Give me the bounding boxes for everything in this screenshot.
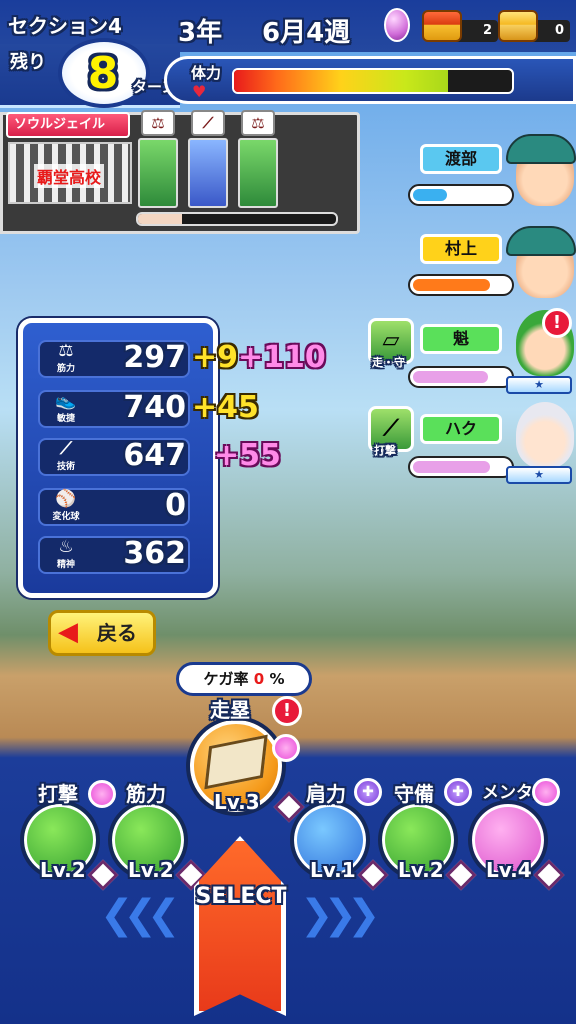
trust-badge: ★ — [506, 376, 572, 394]
partner-name: 渡部 — [420, 144, 502, 174]
partner-bar — [408, 184, 514, 206]
practice-label: 肩力 — [306, 782, 346, 806]
practice-label: 打撃 — [38, 782, 78, 806]
diamond-icon — [87, 859, 119, 891]
school-logo: 覇堂高校 — [34, 164, 105, 188]
partner-name: 魁 — [420, 324, 502, 354]
back-arrow-icon: ◀ — [58, 617, 78, 647]
turn-count: 8 — [87, 48, 119, 99]
practice-label: 筋力 — [126, 782, 166, 806]
week-label: 6月4週 — [262, 18, 351, 48]
stat-value: 0 — [165, 488, 186, 523]
practice-level: Lv.2 — [40, 858, 86, 882]
stamina-bar — [232, 68, 514, 94]
bat-icon: ⟋ — [191, 110, 225, 136]
dumbbell-icon: ⚖ 筋力 — [56, 341, 75, 375]
injury-unit: % — [269, 670, 285, 688]
school-progress-fill — [138, 214, 182, 224]
stat-value: 297 — [123, 340, 186, 375]
injury-rate: ケガ率 0 % — [176, 662, 312, 696]
gold-chest-icon[interactable] — [498, 10, 538, 42]
dumbbell-icon: ⚖ — [141, 110, 175, 136]
diamond-icon — [445, 859, 477, 891]
partner-portrait[interactable] — [516, 402, 574, 468]
practice-level: Lv.3 — [214, 790, 260, 814]
select-button[interactable] — [194, 836, 286, 1016]
tag-icon — [272, 734, 300, 762]
partner-bar — [408, 456, 514, 478]
practice-label: 守備 — [394, 782, 434, 806]
practice-level: Lv.2 — [398, 858, 444, 882]
cap-icon — [506, 134, 576, 164]
dumbbell-icon: ⚖ — [241, 110, 275, 136]
rival-card[interactable] — [138, 138, 178, 208]
practice-level: Lv.2 — [128, 858, 174, 882]
partner-bar-fill — [413, 189, 447, 201]
chevron-right-icon: ❯❯❯ — [300, 892, 380, 938]
injury-label: ケガ率 — [203, 670, 249, 688]
stamina-fill — [234, 70, 449, 92]
practice-level: Lv.1 — [310, 858, 356, 882]
tag-icon — [532, 778, 560, 806]
target-icon: ✚ — [354, 778, 382, 806]
mouse-icon — [384, 8, 410, 42]
practice-level: Lv.4 — [486, 858, 532, 882]
practice-label: 走塁 — [210, 698, 250, 722]
alert-icon: ! — [542, 308, 572, 338]
partner-name: 村上 — [420, 234, 502, 264]
bat-icon: ⟋ 技術 — [56, 439, 75, 473]
stat-bonus: +110 — [238, 340, 326, 375]
tag-icon — [88, 780, 116, 808]
section-label: セクション4 — [8, 14, 122, 38]
stat-bonus: +55 — [214, 438, 281, 473]
flame-icon: ♨ 精神 — [56, 537, 75, 571]
stat-value: 647 — [123, 438, 186, 473]
stat-value: 362 — [123, 536, 186, 571]
alert-icon: ! — [272, 696, 302, 726]
remain-label: 残り — [10, 52, 46, 73]
injury-value: 0 — [253, 670, 265, 688]
ball-icon: ⚾ 変化球 — [52, 489, 80, 523]
partner-bar-fill — [413, 279, 490, 291]
chevron-left-icon: ❮❮❮ — [100, 892, 180, 938]
red-chest-icon[interactable] — [422, 10, 462, 42]
rival-card[interactable] — [238, 138, 278, 208]
partner-type-label: 走・守 — [372, 356, 405, 369]
cap-icon — [506, 226, 576, 256]
year-label: 3年 — [178, 18, 223, 48]
heart-icon: ♥ — [192, 82, 207, 101]
select-label: SELECT — [195, 884, 287, 909]
target-icon: ✚ — [444, 778, 472, 806]
partner-bar-fill — [413, 461, 490, 473]
rival-card[interactable] — [188, 138, 228, 208]
school-progress-bar — [136, 212, 338, 226]
shoe-icon: 👟 敏捷 — [55, 391, 77, 425]
partner-type-label: 打撃 — [374, 444, 396, 457]
partner-name: ハク — [420, 414, 502, 444]
partner-bar — [408, 274, 514, 296]
partner-bar-fill — [413, 371, 488, 383]
diamond-icon — [357, 859, 389, 891]
partner-bar — [408, 366, 514, 388]
stat-bonus: +45 — [192, 390, 259, 425]
stat-value: 740 — [123, 390, 186, 425]
school-name: ソウルジェイル — [6, 112, 130, 138]
stat-bonus: +9 — [192, 340, 239, 375]
trust-badge: ★ — [506, 466, 572, 484]
